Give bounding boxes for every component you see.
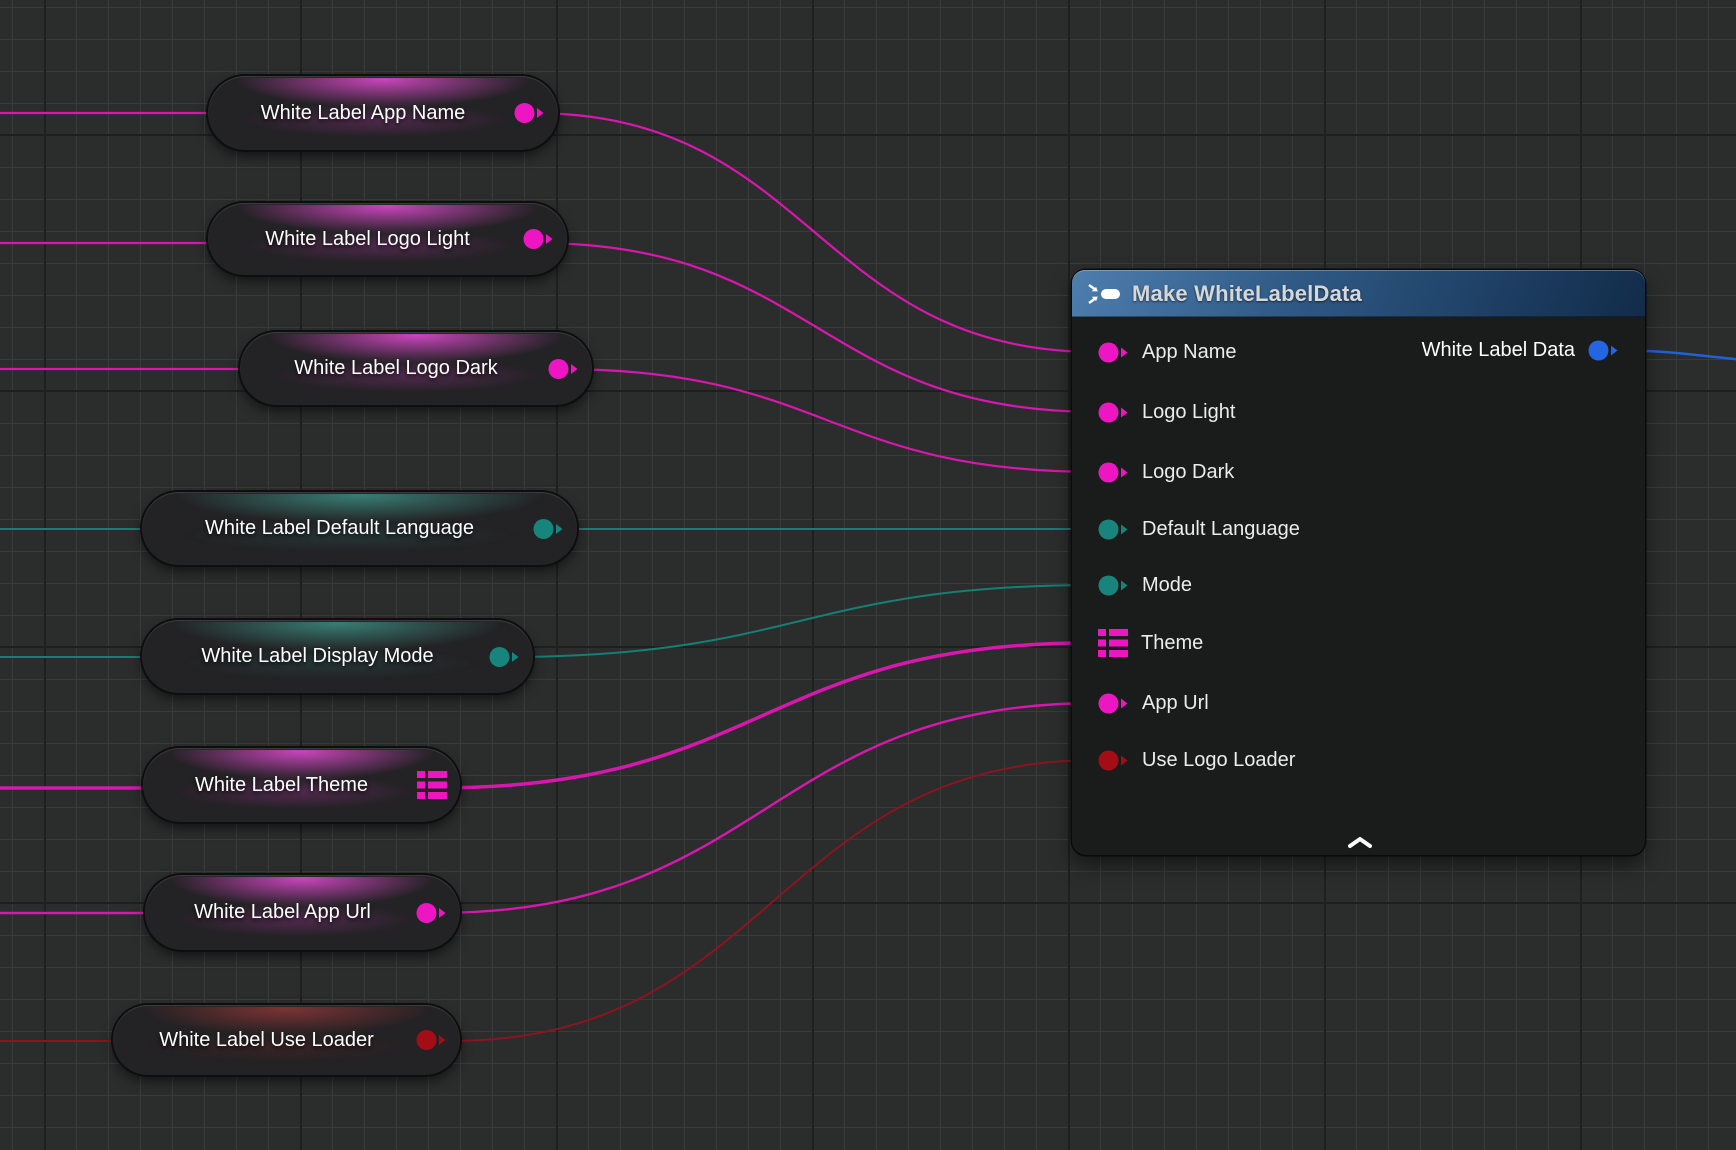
blueprint-graph-canvas[interactable]: White Label App Name White Label Logo Li… bbox=[0, 0, 1736, 1150]
make-struct-icon bbox=[1087, 282, 1121, 306]
variable-node-label: White Label App Url bbox=[194, 901, 371, 924]
variable-node-label: White Label Use Loader bbox=[159, 1029, 374, 1052]
pin-label: Logo Dark bbox=[1142, 461, 1234, 484]
output-pin-row-white-label-data[interactable]: White Label Data bbox=[1422, 335, 1619, 365]
variable-node-label: White Label Default Language bbox=[205, 517, 474, 540]
pin-label: Use Logo Loader bbox=[1142, 749, 1295, 772]
input-pin-row-app-name[interactable]: App Name bbox=[1098, 337, 1237, 367]
string-input-pin[interactable] bbox=[1098, 342, 1129, 363]
pin-label: App Url bbox=[1142, 692, 1209, 715]
bool-output-pin[interactable] bbox=[416, 1030, 447, 1051]
input-pin-row-logo-light[interactable]: Logo Light bbox=[1098, 397, 1235, 427]
string-input-pin[interactable] bbox=[1098, 402, 1129, 423]
enum-input-pin[interactable] bbox=[1098, 519, 1129, 540]
string-output-pin[interactable] bbox=[548, 358, 579, 379]
variable-node-label: White Label Display Mode bbox=[201, 645, 433, 668]
node-title: Make WhiteLabelData bbox=[1132, 281, 1362, 307]
input-pin-row-theme[interactable]: Theme bbox=[1098, 628, 1203, 658]
pin-label: Theme bbox=[1141, 632, 1203, 655]
map-input-pin[interactable] bbox=[1098, 628, 1128, 658]
string-output-pin[interactable] bbox=[416, 902, 447, 923]
make-whitelabeldata-node[interactable]: Make WhiteLabelData App Name Logo Light … bbox=[1072, 270, 1645, 855]
string-input-pin[interactable] bbox=[1098, 693, 1129, 714]
struct-output-pin[interactable] bbox=[1588, 340, 1619, 361]
variable-node-label: White Label Theme bbox=[195, 774, 368, 797]
input-pin-row-default-language[interactable]: Default Language bbox=[1098, 514, 1300, 544]
string-output-pin[interactable] bbox=[514, 103, 545, 124]
pin-label: Logo Light bbox=[1142, 401, 1235, 424]
pin-label: White Label Data bbox=[1422, 339, 1575, 362]
string-output-pin[interactable] bbox=[523, 229, 554, 250]
variable-node-logo-dark[interactable]: White Label Logo Dark bbox=[240, 332, 592, 405]
node-header[interactable]: Make WhiteLabelData bbox=[1072, 270, 1645, 317]
enum-output-pin[interactable] bbox=[533, 518, 564, 539]
variable-node-default-language[interactable]: White Label Default Language bbox=[142, 492, 577, 565]
variable-node-label: White Label Logo Dark bbox=[294, 357, 497, 380]
variable-node-display-mode[interactable]: White Label Display Mode bbox=[142, 620, 533, 693]
variable-node-logo-light[interactable]: White Label Logo Light bbox=[208, 203, 567, 275]
map-output-pin[interactable] bbox=[417, 770, 447, 800]
variable-node-theme[interactable]: White Label Theme bbox=[143, 748, 460, 822]
pin-label: App Name bbox=[1142, 341, 1237, 364]
variable-node-app-url[interactable]: White Label App Url bbox=[145, 875, 460, 950]
variable-node-use-loader[interactable]: White Label Use Loader bbox=[113, 1005, 460, 1075]
string-input-pin[interactable] bbox=[1098, 462, 1129, 483]
pin-label: Default Language bbox=[1142, 518, 1300, 541]
variable-node-app-name[interactable]: White Label App Name bbox=[208, 76, 558, 150]
enum-output-pin[interactable] bbox=[489, 646, 520, 667]
input-pin-row-logo-dark[interactable]: Logo Dark bbox=[1098, 457, 1234, 487]
collapse-chevron-icon[interactable] bbox=[1347, 836, 1373, 849]
input-pin-row-mode[interactable]: Mode bbox=[1098, 570, 1192, 600]
variable-node-label: White Label App Name bbox=[261, 102, 466, 125]
variable-node-label: White Label Logo Light bbox=[265, 228, 470, 251]
input-pin-row-app-url[interactable]: App Url bbox=[1098, 688, 1209, 718]
bool-input-pin[interactable] bbox=[1098, 750, 1129, 771]
pin-label: Mode bbox=[1142, 574, 1192, 597]
input-pin-row-use-logo-loader[interactable]: Use Logo Loader bbox=[1098, 745, 1295, 775]
enum-input-pin[interactable] bbox=[1098, 575, 1129, 596]
